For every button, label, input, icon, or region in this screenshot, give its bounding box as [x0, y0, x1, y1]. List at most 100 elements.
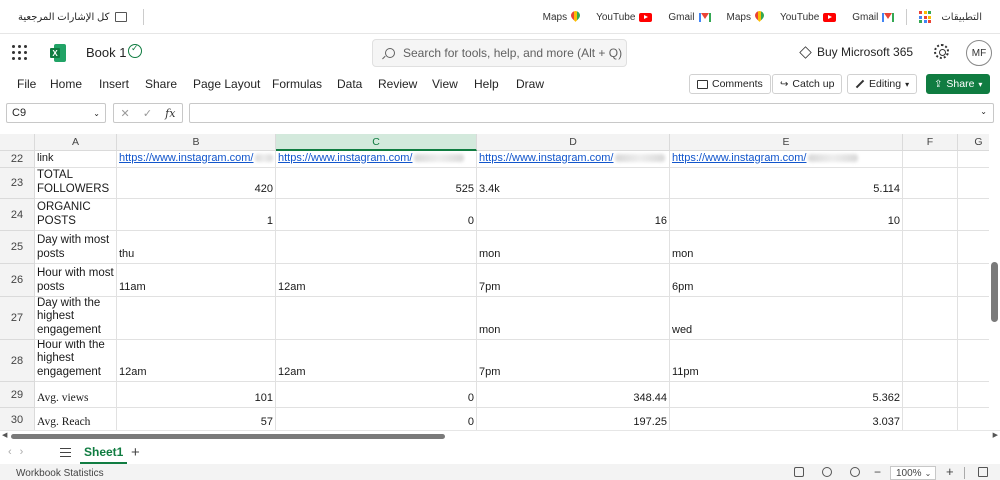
tab-formulas[interactable]: Formulas	[272, 77, 322, 91]
bookmark-youtube-2[interactable]: YouTube	[588, 0, 660, 34]
row-header[interactable]: 22	[0, 151, 35, 168]
cell[interactable]	[903, 168, 958, 199]
excel-logo-icon[interactable]: X	[50, 44, 66, 62]
cell[interactable]	[903, 199, 958, 231]
formula-input[interactable]: ⌄	[189, 103, 994, 123]
cell[interactable]: 0	[276, 408, 477, 432]
cell[interactable]: link	[35, 151, 117, 168]
cell[interactable]: 525	[276, 168, 477, 199]
cell[interactable]: mon	[477, 297, 670, 340]
add-sheet-icon[interactable]: +	[131, 444, 140, 461]
cell[interactable]	[276, 297, 477, 340]
cell[interactable]: 1	[117, 199, 276, 231]
share-button[interactable]: ⇪ Share ▾	[926, 74, 991, 94]
tab-help[interactable]: Help	[474, 77, 499, 91]
cell[interactable]: Day with the highest engagement	[35, 297, 117, 340]
cell[interactable]	[903, 382, 958, 408]
scrollbar-thumb[interactable]	[991, 262, 998, 322]
bookmark-maps-1[interactable]: Maps	[719, 0, 772, 34]
name-box[interactable]: C9 ⌄	[6, 103, 106, 123]
spreadsheet-grid[interactable]: A B C D E F G 22 link https://www.instagram.com/h…	[0, 134, 1000, 432]
cell[interactable]: mon	[477, 231, 670, 264]
cell[interactable]: 11pm	[670, 340, 903, 382]
row-header[interactable]: 24	[0, 199, 35, 231]
bookmark-youtube-1[interactable]: YouTube	[772, 0, 844, 34]
row-header[interactable]: 23	[0, 168, 35, 199]
cell[interactable]: 12am	[276, 340, 477, 382]
cell[interactable]	[276, 231, 477, 264]
horizontal-scrollbar[interactable]: ◀ ▶	[0, 430, 1000, 442]
cell[interactable]: 16	[477, 199, 670, 231]
app-launcher-icon[interactable]	[12, 45, 27, 60]
bookmark-gmail-1[interactable]: Gmail	[844, 0, 902, 34]
tab-insert[interactable]: Insert	[99, 77, 129, 91]
cell[interactable]: 12am	[117, 340, 276, 382]
cell[interactable]: Hour with most posts	[35, 264, 117, 297]
workbook-title[interactable]: Book 1	[86, 45, 126, 60]
sheet-nav-arrows-icon[interactable]: ‹›	[8, 446, 31, 458]
search-input[interactable]: Search for tools, help, and more (Alt + …	[372, 39, 627, 67]
cell[interactable]: Avg. Reach	[35, 408, 117, 432]
cell[interactable]: 197.25	[477, 408, 670, 432]
cell[interactable]	[117, 297, 276, 340]
chevron-down-icon[interactable]: ⌄	[980, 107, 987, 116]
tab-view[interactable]: View	[432, 77, 458, 91]
cell[interactable]: 3.037	[670, 408, 903, 432]
cell[interactable]: 420	[117, 168, 276, 199]
cell[interactable]: 3.4k	[477, 168, 670, 199]
row-header[interactable]: 25	[0, 231, 35, 264]
workbook-statistics[interactable]: Workbook Statistics	[16, 468, 104, 479]
bookmark-gmail-2[interactable]: Gmail	[660, 0, 718, 34]
avatar[interactable]: MF	[966, 40, 992, 66]
row-header[interactable]: 28	[0, 340, 35, 382]
cell[interactable]: 101	[117, 382, 276, 408]
saved-status-icon[interactable]	[128, 43, 142, 58]
cell[interactable]: thu	[117, 231, 276, 264]
cell[interactable]: 12am	[276, 264, 477, 297]
feedback-icon[interactable]	[794, 467, 804, 477]
tab-data[interactable]: Data	[337, 77, 362, 91]
cell[interactable]	[903, 340, 958, 382]
help-icon[interactable]	[822, 467, 832, 477]
vertical-scrollbar[interactable]	[989, 134, 1000, 432]
link-cell[interactable]: https://www.instagram.com/	[117, 151, 276, 168]
cell[interactable]: Hour with the highest engagement	[35, 340, 117, 382]
row-header[interactable]: 30	[0, 408, 35, 432]
column-header-c[interactable]: C	[276, 134, 477, 151]
cell[interactable]: 0	[276, 382, 477, 408]
tab-draw[interactable]: Draw	[516, 77, 544, 91]
scrollbar-thumb[interactable]	[11, 434, 445, 439]
cell[interactable]: wed	[670, 297, 903, 340]
cell[interactable]: Avg. views	[35, 382, 117, 408]
check-icon[interactable]: ✓	[143, 107, 152, 120]
cell[interactable]	[903, 297, 958, 340]
tab-home[interactable]: Home	[50, 77, 82, 91]
zoom-in-icon[interactable]: +	[946, 464, 954, 479]
cell[interactable]: Day with most posts	[35, 231, 117, 264]
zoom-select[interactable]: 100% ⌄	[890, 466, 936, 480]
tab-file[interactable]: File	[17, 77, 36, 91]
cell[interactable]	[903, 408, 958, 432]
function-icon[interactable]: fx	[165, 107, 175, 120]
cell[interactable]: 7pm	[477, 264, 670, 297]
column-header-f[interactable]: F	[903, 134, 958, 151]
buy-microsoft-button[interactable]: Buy Microsoft 365	[799, 45, 913, 59]
tab-share[interactable]: Share	[145, 77, 177, 91]
cell[interactable]: 6pm	[670, 264, 903, 297]
cell[interactable]	[903, 264, 958, 297]
editing-mode-button[interactable]: Editing ▾	[847, 74, 918, 94]
cell[interactable]: 348.44	[477, 382, 670, 408]
bookmark-apps[interactable]: التطبيقات	[911, 0, 990, 34]
cell[interactable]: 5.362	[670, 382, 903, 408]
accessibility-icon[interactable]	[850, 467, 860, 477]
all-bookmarks[interactable]: كل الإشارات المرجعية	[18, 0, 148, 34]
column-header-e[interactable]: E	[670, 134, 903, 151]
zoom-out-icon[interactable]: −	[874, 465, 881, 479]
row-header[interactable]: 29	[0, 382, 35, 408]
select-all-corner[interactable]	[0, 134, 35, 151]
scroll-right-icon[interactable]: ▶	[993, 431, 998, 439]
column-header-b[interactable]: B	[117, 134, 276, 151]
column-header-d[interactable]: D	[477, 134, 670, 151]
scroll-left-icon[interactable]: ◀	[2, 431, 7, 439]
cell[interactable]: 5.114	[670, 168, 903, 199]
